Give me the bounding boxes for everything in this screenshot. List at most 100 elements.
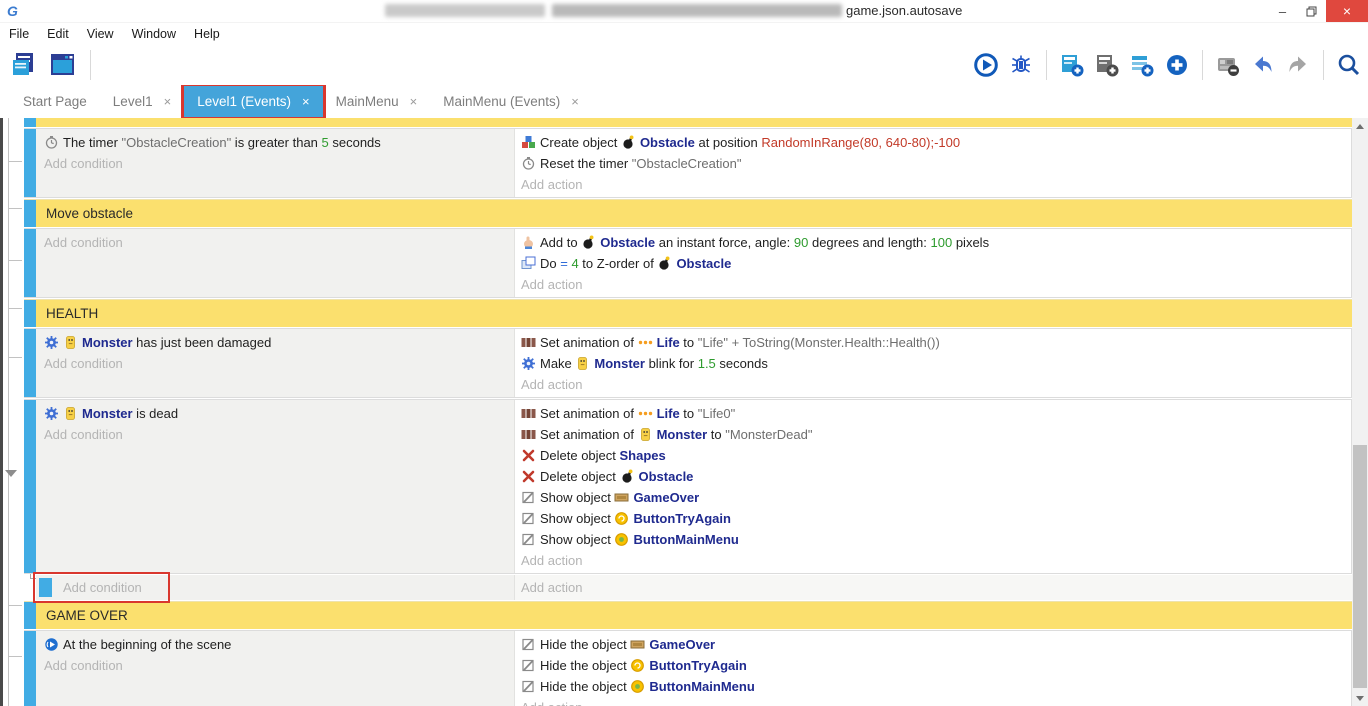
close-button[interactable]: × (1326, 0, 1368, 22)
scene-editor-icon[interactable] (48, 50, 78, 80)
action-line[interactable]: Show object ButtonMainMenu (521, 529, 1351, 550)
minimize-button[interactable]: – (1268, 0, 1297, 22)
menu-bar: File Edit View Window Help (0, 23, 1368, 45)
condition-line[interactable]: Monster is dead (44, 403, 514, 424)
add-comment-button[interactable] (1129, 52, 1155, 78)
actions-cell[interactable]: Set animation of Life to "Life" + ToStri… (515, 329, 1351, 397)
add-condition-button[interactable]: Add condition (44, 655, 514, 676)
menu-window[interactable]: Window (123, 27, 185, 41)
conditions-cell[interactable]: Monster is deadAdd condition (36, 400, 515, 573)
action-line[interactable]: Add to Obstacle an instant force, angle:… (521, 232, 1351, 253)
add-condition-button[interactable]: Add condition (44, 232, 514, 253)
comment-body[interactable]: GAME OVER (36, 602, 1352, 629)
comment-row[interactable]: GAME OVER (24, 601, 1352, 629)
vertical-scrollbar[interactable] (1352, 118, 1368, 706)
condition-line[interactable]: At the beginning of the scene (44, 634, 514, 655)
action-line[interactable]: Hide the object GameOver (521, 634, 1351, 655)
actions-cell[interactable]: Create object Obstacle at position Rando… (515, 129, 1351, 197)
project-manager-icon[interactable] (9, 50, 39, 80)
condition-line[interactable]: Monster has just been damaged (44, 332, 514, 353)
tab-level1-events[interactable]: Level1 (Events)× (184, 86, 322, 117)
tab-start-page[interactable]: Start Page (10, 86, 100, 117)
menu-view[interactable]: View (78, 27, 123, 41)
menu-help[interactable]: Help (185, 27, 229, 41)
add-condition-button[interactable]: Add condition (44, 424, 514, 445)
action-line[interactable]: Delete object Shapes (521, 445, 1351, 466)
close-tab-icon[interactable]: × (571, 94, 579, 109)
toggle-disabled-button[interactable] (1215, 52, 1241, 78)
add-subevent-button[interactable] (1094, 52, 1120, 78)
actions-cell[interactable]: Add to Obstacle an instant force, angle:… (515, 229, 1351, 297)
redo-button[interactable] (1285, 52, 1311, 78)
close-tab-icon[interactable]: × (302, 94, 310, 109)
conditions-cell[interactable]: At the beginning of the sceneAdd conditi… (36, 631, 515, 706)
comment-body[interactable] (36, 118, 1352, 127)
close-tab-icon[interactable]: × (410, 94, 418, 109)
event-handle[interactable] (24, 129, 36, 197)
collapse-arrow-icon[interactable] (5, 470, 17, 477)
comment-body[interactable]: HEALTH (36, 300, 1352, 327)
scroll-up-arrow-icon[interactable] (1352, 118, 1368, 134)
menu-edit[interactable]: Edit (38, 27, 78, 41)
event-handle[interactable] (24, 329, 36, 397)
comment-row[interactable]: Move obstacle (24, 199, 1352, 227)
undo-button[interactable] (1250, 52, 1276, 78)
scrollbar-thumb[interactable] (1353, 445, 1367, 688)
event-row[interactable]: The timer "ObstacleCreation" is greater … (24, 128, 1352, 198)
action-line[interactable]: Create object Obstacle at position Rando… (521, 132, 1351, 153)
action-line[interactable]: Show object ButtonTryAgain (521, 508, 1351, 529)
action-line[interactable]: Set animation of Life to "Life" + ToStri… (521, 332, 1351, 353)
sub-event-conditions[interactable]: Add condition (36, 575, 515, 600)
comment-body[interactable]: Move obstacle (36, 200, 1352, 227)
actions-cell[interactable]: Hide the object GameOverHide the object … (515, 631, 1351, 706)
add-action-button[interactable]: Add action (521, 274, 1351, 295)
action-line[interactable]: Delete object Obstacle (521, 466, 1351, 487)
condition-line[interactable]: The timer "ObstacleCreation" is greater … (44, 132, 514, 153)
add-condition-button[interactable]: Add condition (44, 153, 514, 174)
event-handle[interactable] (24, 400, 36, 573)
event-handle[interactable] (24, 229, 36, 297)
event-row[interactable]: Add condition Add to Obstacle an instant … (24, 228, 1352, 298)
add-action-button[interactable]: Add action (521, 374, 1351, 395)
event-handle[interactable] (24, 118, 36, 127)
actions-cell[interactable]: Set animation of Life to "Life0"Set anim… (515, 400, 1351, 573)
menu-file[interactable]: File (0, 27, 38, 41)
conditions-cell[interactable]: The timer "ObstacleCreation" is greater … (36, 129, 515, 197)
add-action-button[interactable]: Add action (515, 575, 1352, 600)
action-line[interactable]: Set animation of Monster to "MonsterDead… (521, 424, 1351, 445)
add-action-button[interactable]: Add action (521, 174, 1351, 195)
event-handle[interactable] (24, 631, 36, 706)
restore-button[interactable] (1297, 0, 1326, 22)
tab-mainmenu[interactable]: MainMenu× (323, 86, 431, 117)
action-line[interactable]: Hide the object ButtonTryAgain (521, 655, 1351, 676)
event-row[interactable]: At the beginning of the sceneAdd conditi… (24, 630, 1352, 706)
comment-row-partial[interactable] (24, 118, 1352, 127)
action-line[interactable]: Hide the object ButtonMainMenu (521, 676, 1351, 697)
debug-button[interactable] (1008, 52, 1034, 78)
action-line[interactable]: Make Monster blink for 1.5 seconds (521, 353, 1351, 374)
search-button[interactable] (1336, 52, 1362, 78)
event-handle[interactable] (24, 300, 36, 327)
play-button[interactable] (973, 52, 999, 78)
add-action-button[interactable]: Add action (521, 550, 1351, 571)
comment-row[interactable]: HEALTH (24, 299, 1352, 327)
conditions-cell[interactable]: Monster has just been damagedAdd conditi… (36, 329, 515, 397)
conditions-cell[interactable]: Add condition (36, 229, 515, 297)
event-handle[interactable] (24, 200, 36, 227)
action-line[interactable]: Do = 4 to Z-order of Obstacle (521, 253, 1351, 274)
tab-level1[interactable]: Level1× (100, 86, 184, 117)
add-event-button[interactable] (1059, 52, 1085, 78)
add-condition-button[interactable]: Add condition (44, 353, 514, 374)
action-line[interactable]: Set animation of Life to "Life0" (521, 403, 1351, 424)
sub-event-actions[interactable]: Add action (515, 575, 1352, 600)
event-row[interactable]: Monster is deadAdd conditionSet animatio… (24, 399, 1352, 574)
event-handle[interactable] (24, 602, 36, 629)
sub-event-row[interactable]: Add conditionAdd action (36, 575, 1352, 600)
action-line[interactable]: Show object GameOver (521, 487, 1351, 508)
add-circle-button[interactable] (1164, 52, 1190, 78)
action-line[interactable]: Reset the timer "ObstacleCreation" (521, 153, 1351, 174)
scroll-down-arrow-icon[interactable] (1352, 690, 1368, 706)
event-row[interactable]: Monster has just been damagedAdd conditi… (24, 328, 1352, 398)
close-tab-icon[interactable]: × (164, 94, 172, 109)
tab-mainmenu-events[interactable]: MainMenu (Events)× (430, 86, 592, 117)
